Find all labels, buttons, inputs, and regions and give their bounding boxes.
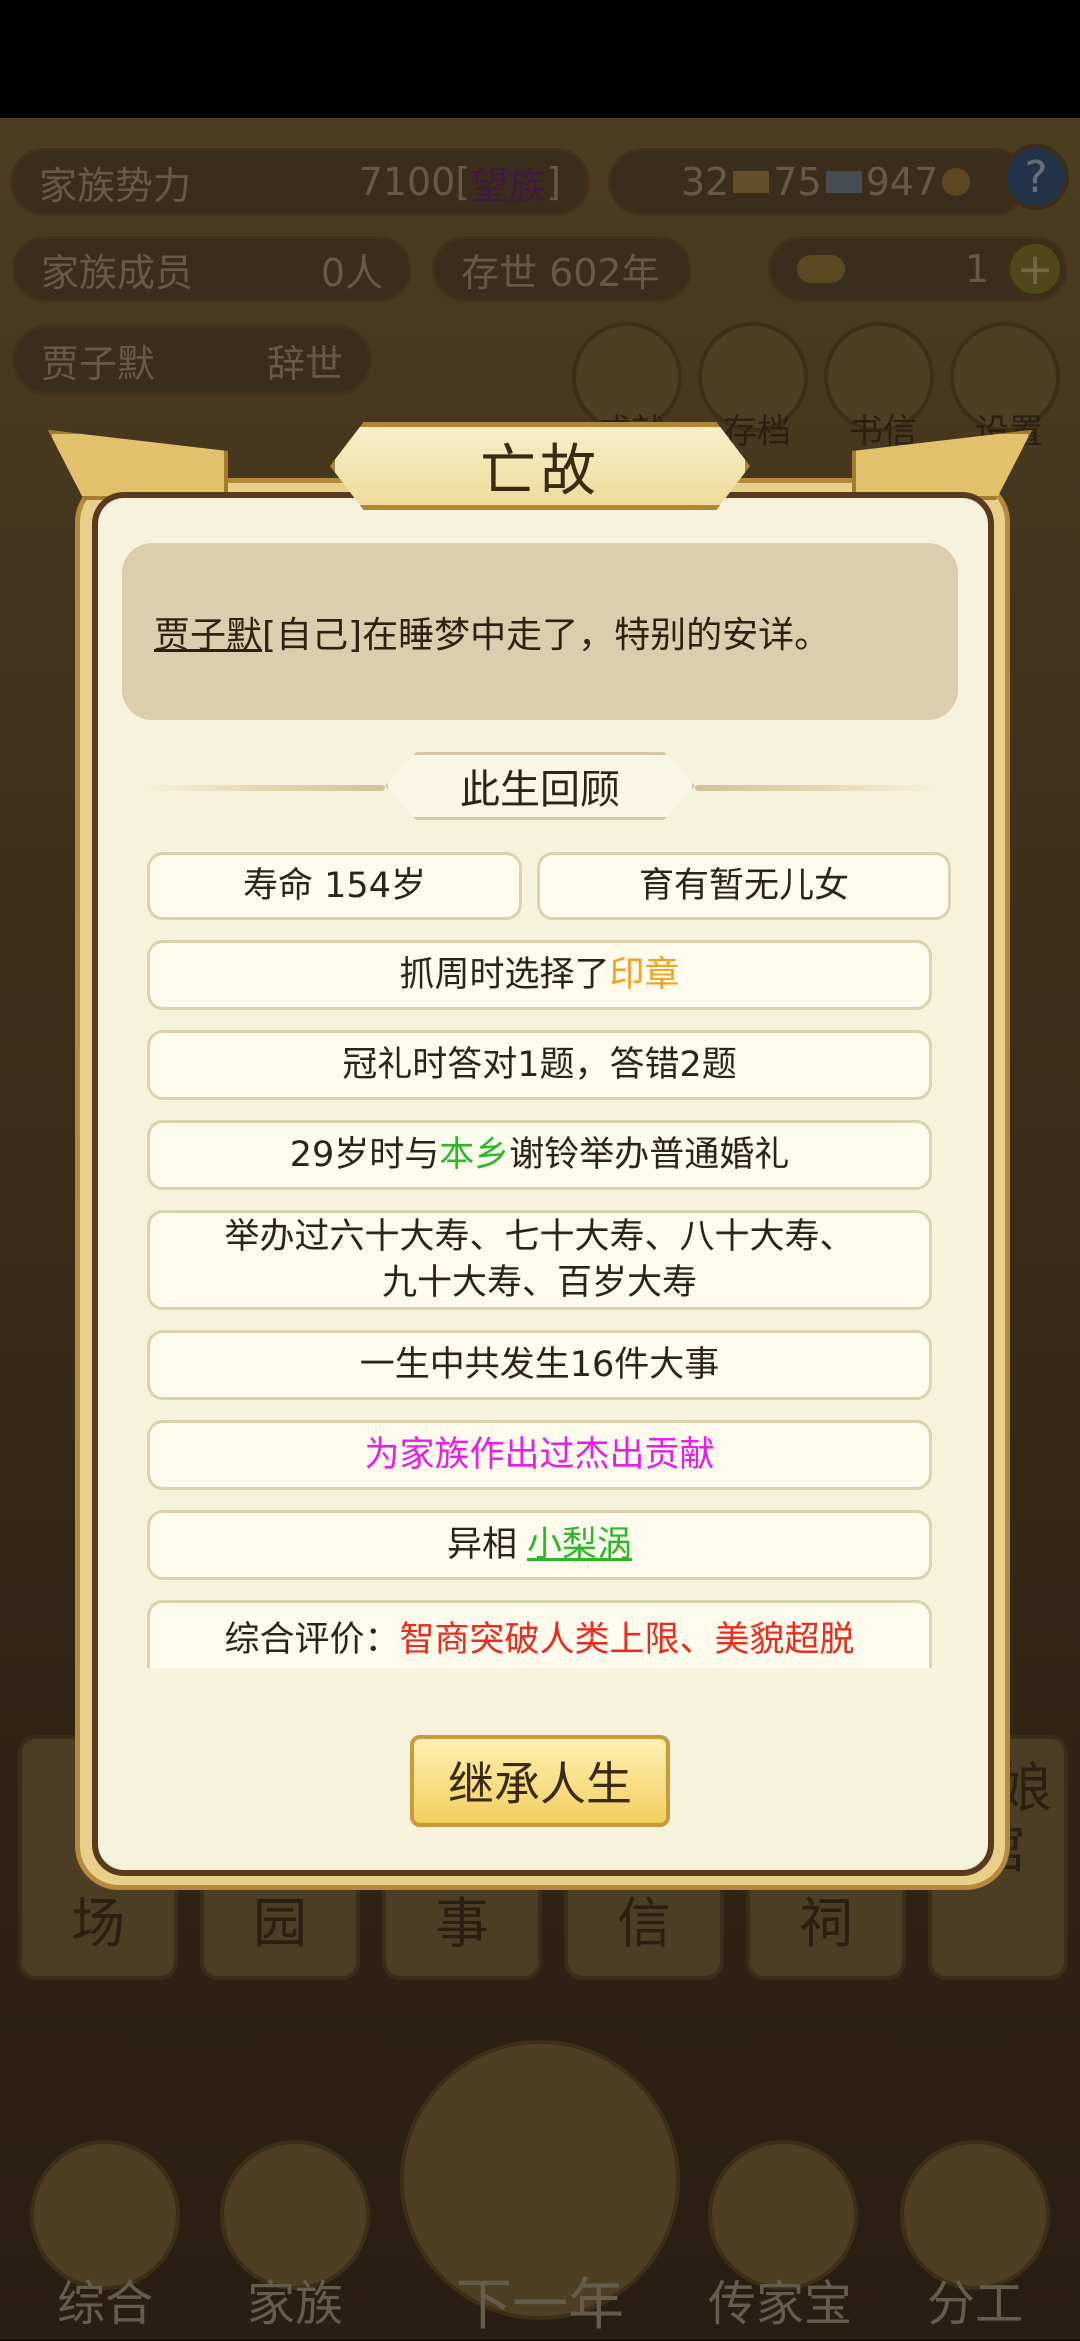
marriage-card: 29岁时与 本乡 谢铃举办普通婚礼 xyxy=(147,1120,932,1190)
marriage-suffix: 谢铃举办普通婚礼 xyxy=(509,1135,790,1175)
zhuazhou-item: 印章 xyxy=(609,955,680,995)
evaluation-card: 综合评价： 智商突破人类上限、美貌超脱 xyxy=(147,1600,932,1668)
evaluation-prefix: 综合评价： xyxy=(224,1620,400,1660)
trait-prefix: 异相 xyxy=(446,1525,517,1565)
review-list-viewport[interactable]: 寿命 154岁 育有暂无儿女 抓周时选择了 印章 冠礼时答对1题，答错2题 29岁… xyxy=(0,0,1080,1668)
lifespan-card: 寿命 154岁 xyxy=(147,852,522,920)
birthdays-line-1: 举办过六十大寿、七十大寿、八十大寿、 xyxy=(224,1217,855,1257)
marriage-place: 本乡 xyxy=(439,1135,510,1175)
inherit-life-button[interactable]: 继承人生 xyxy=(410,1735,670,1827)
trait-value-link[interactable]: 小梨涡 xyxy=(527,1522,632,1568)
trait-card: 异相 小梨涡 xyxy=(147,1510,932,1580)
evaluation-trait-2: 美貌超脱 xyxy=(714,1620,855,1660)
evaluation-separator: 、 xyxy=(679,1620,715,1660)
birthdays-line-2: 九十大寿、百岁大寿 xyxy=(381,1263,697,1303)
birthdays-card: 举办过六十大寿、七十大寿、八十大寿、 九十大寿、百岁大寿 xyxy=(147,1210,932,1310)
children-card: 育有暂无儿女 xyxy=(537,852,951,920)
contribution-card: 为家族作出过杰出贡献 xyxy=(147,1420,932,1490)
major-events-card: 一生中共发生16件大事 xyxy=(147,1330,932,1400)
evaluation-trait-1: 智商突破人类上限 xyxy=(399,1620,680,1660)
inherit-life-label: 继承人生 xyxy=(448,1757,632,1811)
capping-ceremony-card: 冠礼时答对1题，答错2题 xyxy=(147,1030,932,1100)
marriage-prefix: 29岁时与 xyxy=(289,1135,440,1175)
zhuazhou-prefix: 抓周时选择了 xyxy=(399,955,610,995)
zhuazhou-card: 抓周时选择了 印章 xyxy=(147,940,932,1010)
